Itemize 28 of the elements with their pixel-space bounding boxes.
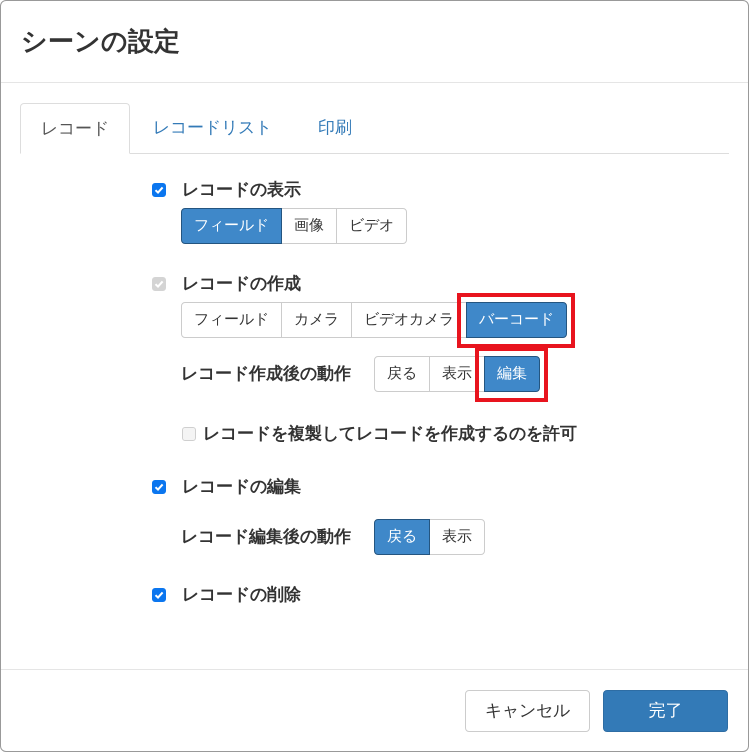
option-button[interactable]: 編集 [484, 356, 540, 392]
checkbox[interactable] [152, 183, 166, 197]
tab[interactable]: レコード [20, 103, 130, 154]
done-button[interactable]: 完了 [603, 690, 728, 732]
tab[interactable]: レコードリスト [130, 103, 295, 153]
option-button[interactable]: フィールド [181, 208, 282, 244]
option-button[interactable]: ビデオカメラ [351, 302, 467, 338]
checkbox-label: レコードの削除 [182, 584, 301, 606]
checkbox[interactable] [152, 588, 166, 602]
setting-label: レコード編集後の動作 [181, 526, 352, 548]
option-button[interactable]: バーコード [466, 302, 567, 338]
tab[interactable]: 印刷 [295, 103, 375, 153]
checkbox-label: レコードの表示 [182, 179, 301, 202]
option-button[interactable]: 戻る [374, 356, 430, 392]
option-button[interactable]: カメラ [281, 302, 352, 338]
cancel-button[interactable]: キャンセル [465, 690, 590, 732]
checkbox-label: レコードの作成 [182, 273, 301, 296]
checkbox-label: レコードの編集 [182, 476, 301, 498]
setting-label: レコード作成後の動作 [181, 363, 352, 386]
checkbox-label: レコードを複製してレコードを作成するのを許可 [203, 423, 577, 446]
option-button[interactable]: ビデオ [336, 208, 407, 244]
option-button[interactable]: 表示 [429, 519, 485, 555]
checkbox[interactable] [152, 480, 166, 494]
option-button[interactable]: 表示 [429, 356, 485, 392]
dialog-title: シーンの設定 [21, 25, 180, 58]
option-button[interactable]: 戻る [374, 519, 430, 555]
option-button[interactable]: フィールド [181, 302, 282, 338]
option-button[interactable]: 画像 [281, 208, 337, 244]
